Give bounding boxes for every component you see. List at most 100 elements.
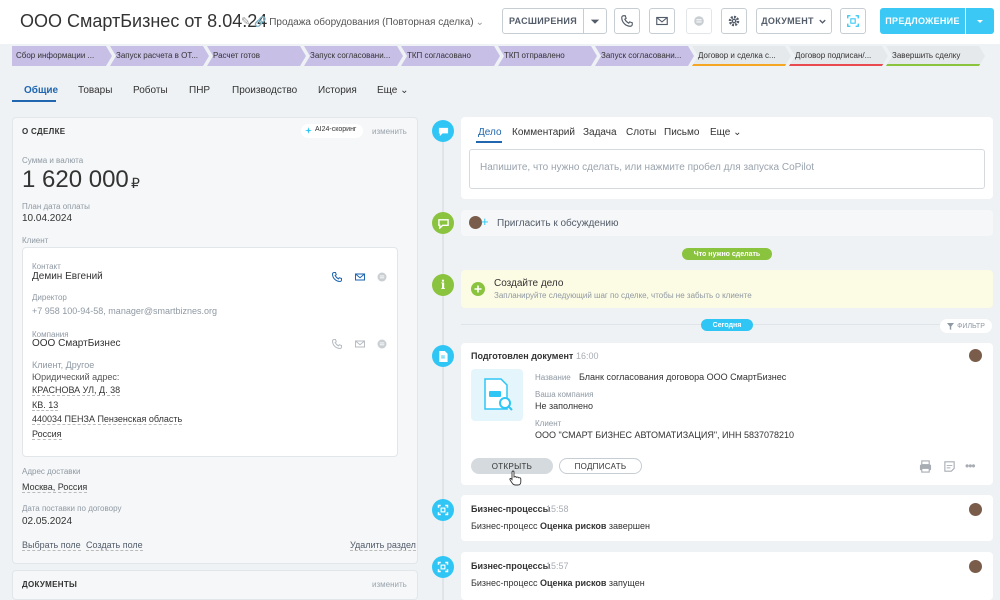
printer-icon[interactable] bbox=[919, 460, 932, 473]
funnel-icon bbox=[947, 322, 955, 330]
document-event-card: Подготовлен документ 16:00 Название Блан… bbox=[461, 343, 993, 486]
tab-history[interactable]: История bbox=[318, 85, 357, 96]
envelope-icon[interactable] bbox=[354, 338, 366, 350]
focus-frame-icon bbox=[437, 561, 449, 573]
stage-item[interactable]: Сбор информации ... bbox=[12, 46, 112, 66]
active-tab-indicator bbox=[476, 141, 502, 143]
document-button-label: ДОКУМЕНТ bbox=[761, 16, 814, 26]
tab-task[interactable]: Дело bbox=[478, 127, 502, 138]
business-process-event: Бизнес-процессы 15:57 Бизнес-процесс Оце… bbox=[461, 552, 993, 600]
phone-button[interactable] bbox=[614, 8, 640, 34]
company-name[interactable]: ООО СмартБизнес bbox=[32, 338, 121, 349]
filter-label: ФИЛЬТР bbox=[957, 322, 985, 330]
chat-icon[interactable] bbox=[376, 338, 388, 350]
tab-slots[interactable]: Слоты bbox=[626, 127, 656, 138]
delivery-date-label: Дата поставки по договору bbox=[22, 504, 122, 513]
tab-pnr[interactable]: ПНР bbox=[189, 85, 210, 96]
select-field-link[interactable]: Выбрать поле bbox=[22, 540, 81, 551]
edit-section-link[interactable]: изменить bbox=[372, 127, 407, 136]
chat-button[interactable] bbox=[686, 8, 712, 34]
address-line[interactable]: Россия bbox=[32, 429, 62, 440]
tab-robots[interactable]: Роботы bbox=[133, 85, 168, 96]
stage-item[interactable]: ТКП отправлено bbox=[498, 46, 597, 66]
event-title: Бизнес-процессы bbox=[471, 561, 551, 571]
automation-button[interactable] bbox=[840, 8, 866, 34]
divider bbox=[461, 324, 701, 325]
stage-item[interactable]: Договор подписан/... bbox=[789, 46, 888, 66]
extensions-dropdown-button[interactable] bbox=[583, 8, 607, 34]
email-button[interactable] bbox=[649, 8, 675, 34]
stage-item[interactable]: ТКП согласовано bbox=[401, 46, 500, 66]
gear-icon bbox=[728, 15, 740, 27]
extensions-button[interactable]: РАСШИРЕНИЯ bbox=[502, 8, 584, 34]
contact-label: Контакт bbox=[32, 262, 61, 271]
delivery-address-value[interactable]: Москва, Россия bbox=[22, 482, 88, 493]
chevron-down-icon: ⌄ bbox=[475, 17, 484, 28]
document-preview[interactable] bbox=[471, 369, 523, 421]
event-suffix: запущен bbox=[606, 578, 645, 588]
phone-icon[interactable] bbox=[331, 338, 343, 350]
speech-bubble-icon bbox=[438, 127, 448, 136]
tab-comment[interactable]: Комментарий bbox=[512, 127, 575, 138]
documents-edit-link[interactable]: изменить bbox=[372, 580, 407, 589]
client-label: Клиент bbox=[22, 236, 49, 245]
event-title: Подготовлен документ bbox=[471, 351, 574, 361]
edit-title-icon[interactable]: ✎ bbox=[241, 15, 250, 28]
address-line[interactable]: КРАСНОВА УЛ, Д. 38 bbox=[32, 385, 121, 396]
tab-products[interactable]: Товары bbox=[78, 85, 112, 96]
settings-button[interactable] bbox=[721, 8, 747, 34]
tab-more[interactable]: Еще ⌄ bbox=[377, 85, 409, 96]
plus-circle-icon[interactable] bbox=[471, 282, 485, 296]
stage-item[interactable]: Запуск согласовани... bbox=[595, 46, 694, 66]
tab-email[interactable]: Письмо bbox=[664, 127, 699, 138]
envelope-icon[interactable] bbox=[354, 271, 366, 283]
delete-section-link[interactable]: Удалить раздел bbox=[350, 540, 416, 551]
deal-category[interactable]: 🔗 Продажа оборудования (Повторная сделка… bbox=[254, 17, 484, 28]
document-button[interactable]: ДОКУМЕНТ bbox=[756, 8, 832, 34]
event-description: Бизнес-процесс Оценка рисков запущен bbox=[471, 578, 645, 588]
tab-assignment[interactable]: Задача bbox=[583, 127, 617, 138]
tab-more[interactable]: Еще ⌄ bbox=[710, 127, 742, 138]
stage-item[interactable]: Запуск расчета в ОТ... bbox=[110, 46, 209, 66]
create-field-link[interactable]: Создать поле bbox=[86, 540, 143, 551]
ai-scoring-label: AI24-скоринг bbox=[315, 126, 357, 133]
filter-button[interactable]: ФИЛЬТР bbox=[940, 319, 992, 333]
activity-editor: Дело Комментарий Задача Слоты Письмо Еще… bbox=[461, 117, 993, 199]
contact-name[interactable]: Демин Евгений bbox=[32, 271, 103, 282]
director-contact-info: +7 958 100-94-58, manager@smartbiznes.or… bbox=[32, 306, 217, 316]
currency-symbol: ₽ bbox=[131, 175, 140, 191]
info-icon: i bbox=[432, 274, 454, 296]
invite-card[interactable]: + Пригласить к обсуждению bbox=[461, 210, 993, 236]
focus-frame-icon bbox=[847, 15, 859, 27]
address-line[interactable]: КВ. 13 bbox=[32, 400, 59, 411]
delivery-date-value: 02.05.2024 bbox=[22, 516, 73, 527]
stage-item[interactable]: Запуск согласовани... bbox=[304, 46, 403, 66]
invite-label: Пригласить к обсуждению bbox=[497, 218, 619, 229]
ai-scoring-chip[interactable]: AI24-скоринг bbox=[301, 124, 363, 138]
plan-date-value: 10.04.2024 bbox=[22, 213, 73, 224]
stage-item[interactable]: Расчет готов bbox=[207, 46, 306, 66]
stage-item[interactable]: Договор и сделка с... bbox=[692, 46, 791, 66]
doc-name-label: Название bbox=[535, 373, 571, 382]
event-prefix: Бизнес-процесс bbox=[471, 521, 540, 531]
phone-icon[interactable] bbox=[331, 271, 343, 283]
speech-bubble-icon bbox=[437, 218, 449, 229]
activity-input[interactable]: Напишите, что нужно сделать, или нажмите… bbox=[469, 149, 985, 189]
today-pill: Сегодня bbox=[701, 319, 753, 331]
address-line[interactable]: 440034 ПЕНЗА Пензенская область bbox=[32, 414, 183, 425]
more-options-icon[interactable]: ••• bbox=[965, 459, 976, 473]
offer-dropdown-button[interactable] bbox=[966, 8, 994, 34]
chat-icon[interactable] bbox=[376, 271, 388, 283]
create-task-card[interactable]: Создайте дело Запланируйте следующий шаг… bbox=[461, 270, 993, 308]
phone-icon bbox=[621, 15, 633, 27]
doc-company-label: Ваша компания bbox=[535, 390, 594, 399]
stage-item[interactable]: Завершить сделку bbox=[886, 46, 985, 66]
note-icon[interactable] bbox=[943, 460, 956, 473]
tab-general[interactable]: Общие bbox=[24, 85, 58, 96]
tab-production[interactable]: Производство bbox=[232, 85, 297, 96]
legal-address-label: Юридический адрес: bbox=[32, 372, 120, 382]
create-task-hint: Запланируйте следующий шаг по сделке, чт… bbox=[494, 291, 752, 300]
process-name: Оценка рисков bbox=[539, 578, 607, 588]
offer-button[interactable]: ПРЕДЛОЖЕНИЕ bbox=[880, 8, 965, 34]
sign-document-button[interactable]: ПОДПИСАТЬ bbox=[559, 458, 642, 474]
